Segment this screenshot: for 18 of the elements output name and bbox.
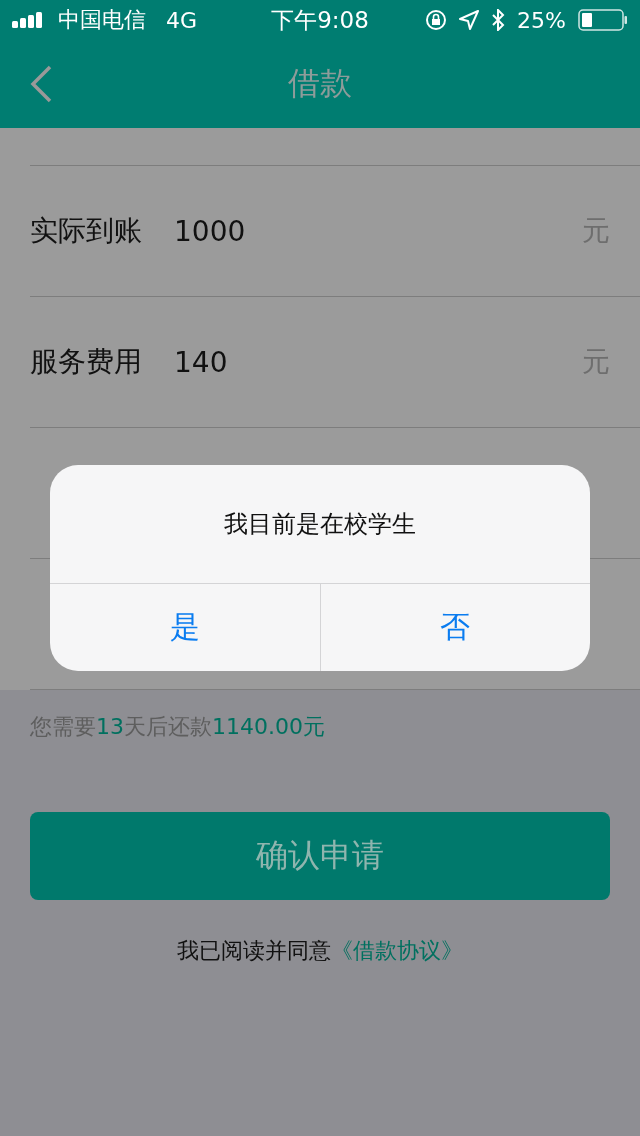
field-value: 140: [174, 345, 229, 379]
dialog-message: 我目前是在校学生: [224, 509, 416, 540]
field-value: 1000: [174, 214, 247, 248]
page-title: 借款: [288, 63, 352, 104]
field-label: 服务费用: [30, 344, 142, 380]
yes-button[interactable]: 是: [50, 584, 320, 671]
confirm-button[interactable]: 确认申请: [30, 812, 610, 900]
battery-icon: [578, 9, 628, 31]
status-time: 下午9:08: [271, 5, 369, 35]
location-icon: [459, 10, 480, 30]
battery-percent: 25%: [517, 7, 566, 33]
rotation-lock-icon: [425, 9, 448, 31]
bluetooth-icon: [491, 9, 506, 31]
no-button[interactable]: 否: [319, 584, 590, 671]
agreement-text: 我已阅读并同意: [177, 938, 331, 963]
field-label: 实际到账: [30, 213, 142, 249]
carrier-name: 中国电信: [58, 6, 146, 34]
network-type: 4G: [166, 7, 198, 33]
